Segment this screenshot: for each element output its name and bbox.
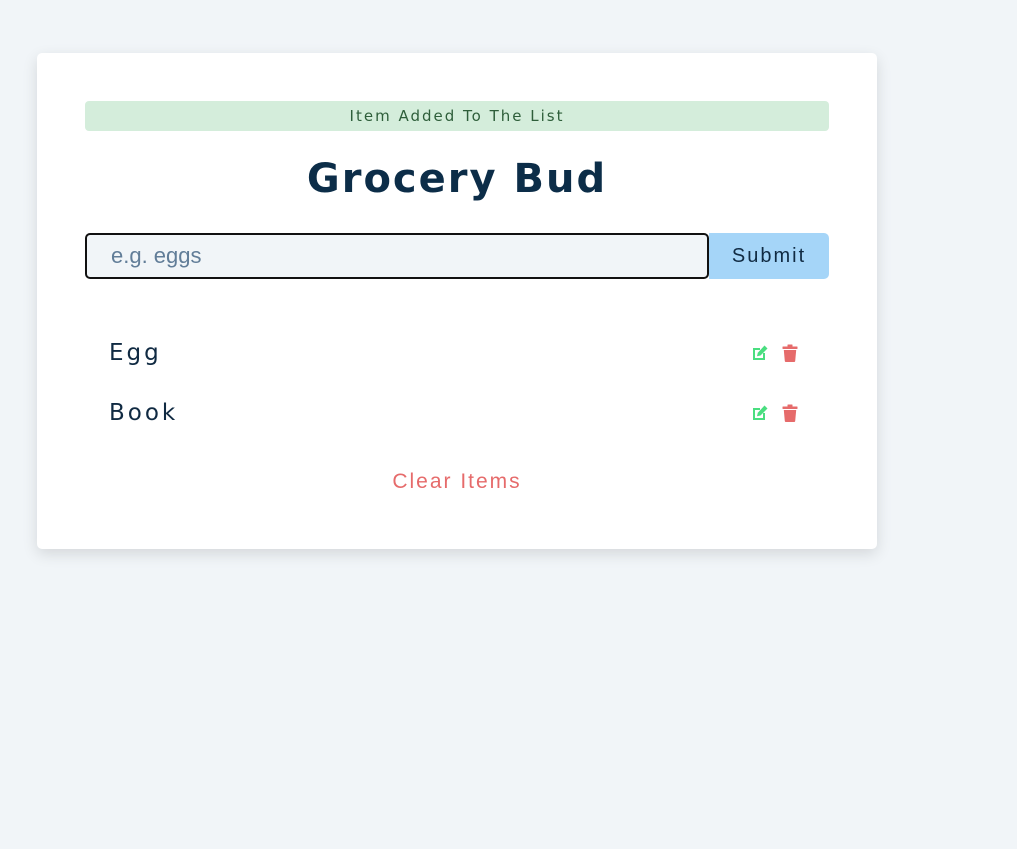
item-title: Book [109,400,179,426]
grocery-input[interactable] [85,233,709,279]
submit-button[interactable]: Submit [709,233,829,279]
list-item: Egg [85,323,829,383]
item-actions [751,403,799,423]
item-actions [751,343,799,363]
edit-icon[interactable] [751,343,769,363]
grocery-card: Item Added To The List Grocery Bud Submi… [37,53,877,549]
trash-icon[interactable] [781,343,799,363]
list-item: Book [85,383,829,443]
item-title: Egg [109,340,162,366]
grocery-form: Submit [85,233,829,279]
clear-items-button[interactable]: Clear Items [37,466,877,498]
trash-icon[interactable] [781,403,799,423]
grocery-list: Egg Book [85,323,829,443]
edit-icon[interactable] [751,403,769,423]
page-title: Grocery Bud [306,156,608,202]
alert-success: Item Added To The List [85,101,829,131]
